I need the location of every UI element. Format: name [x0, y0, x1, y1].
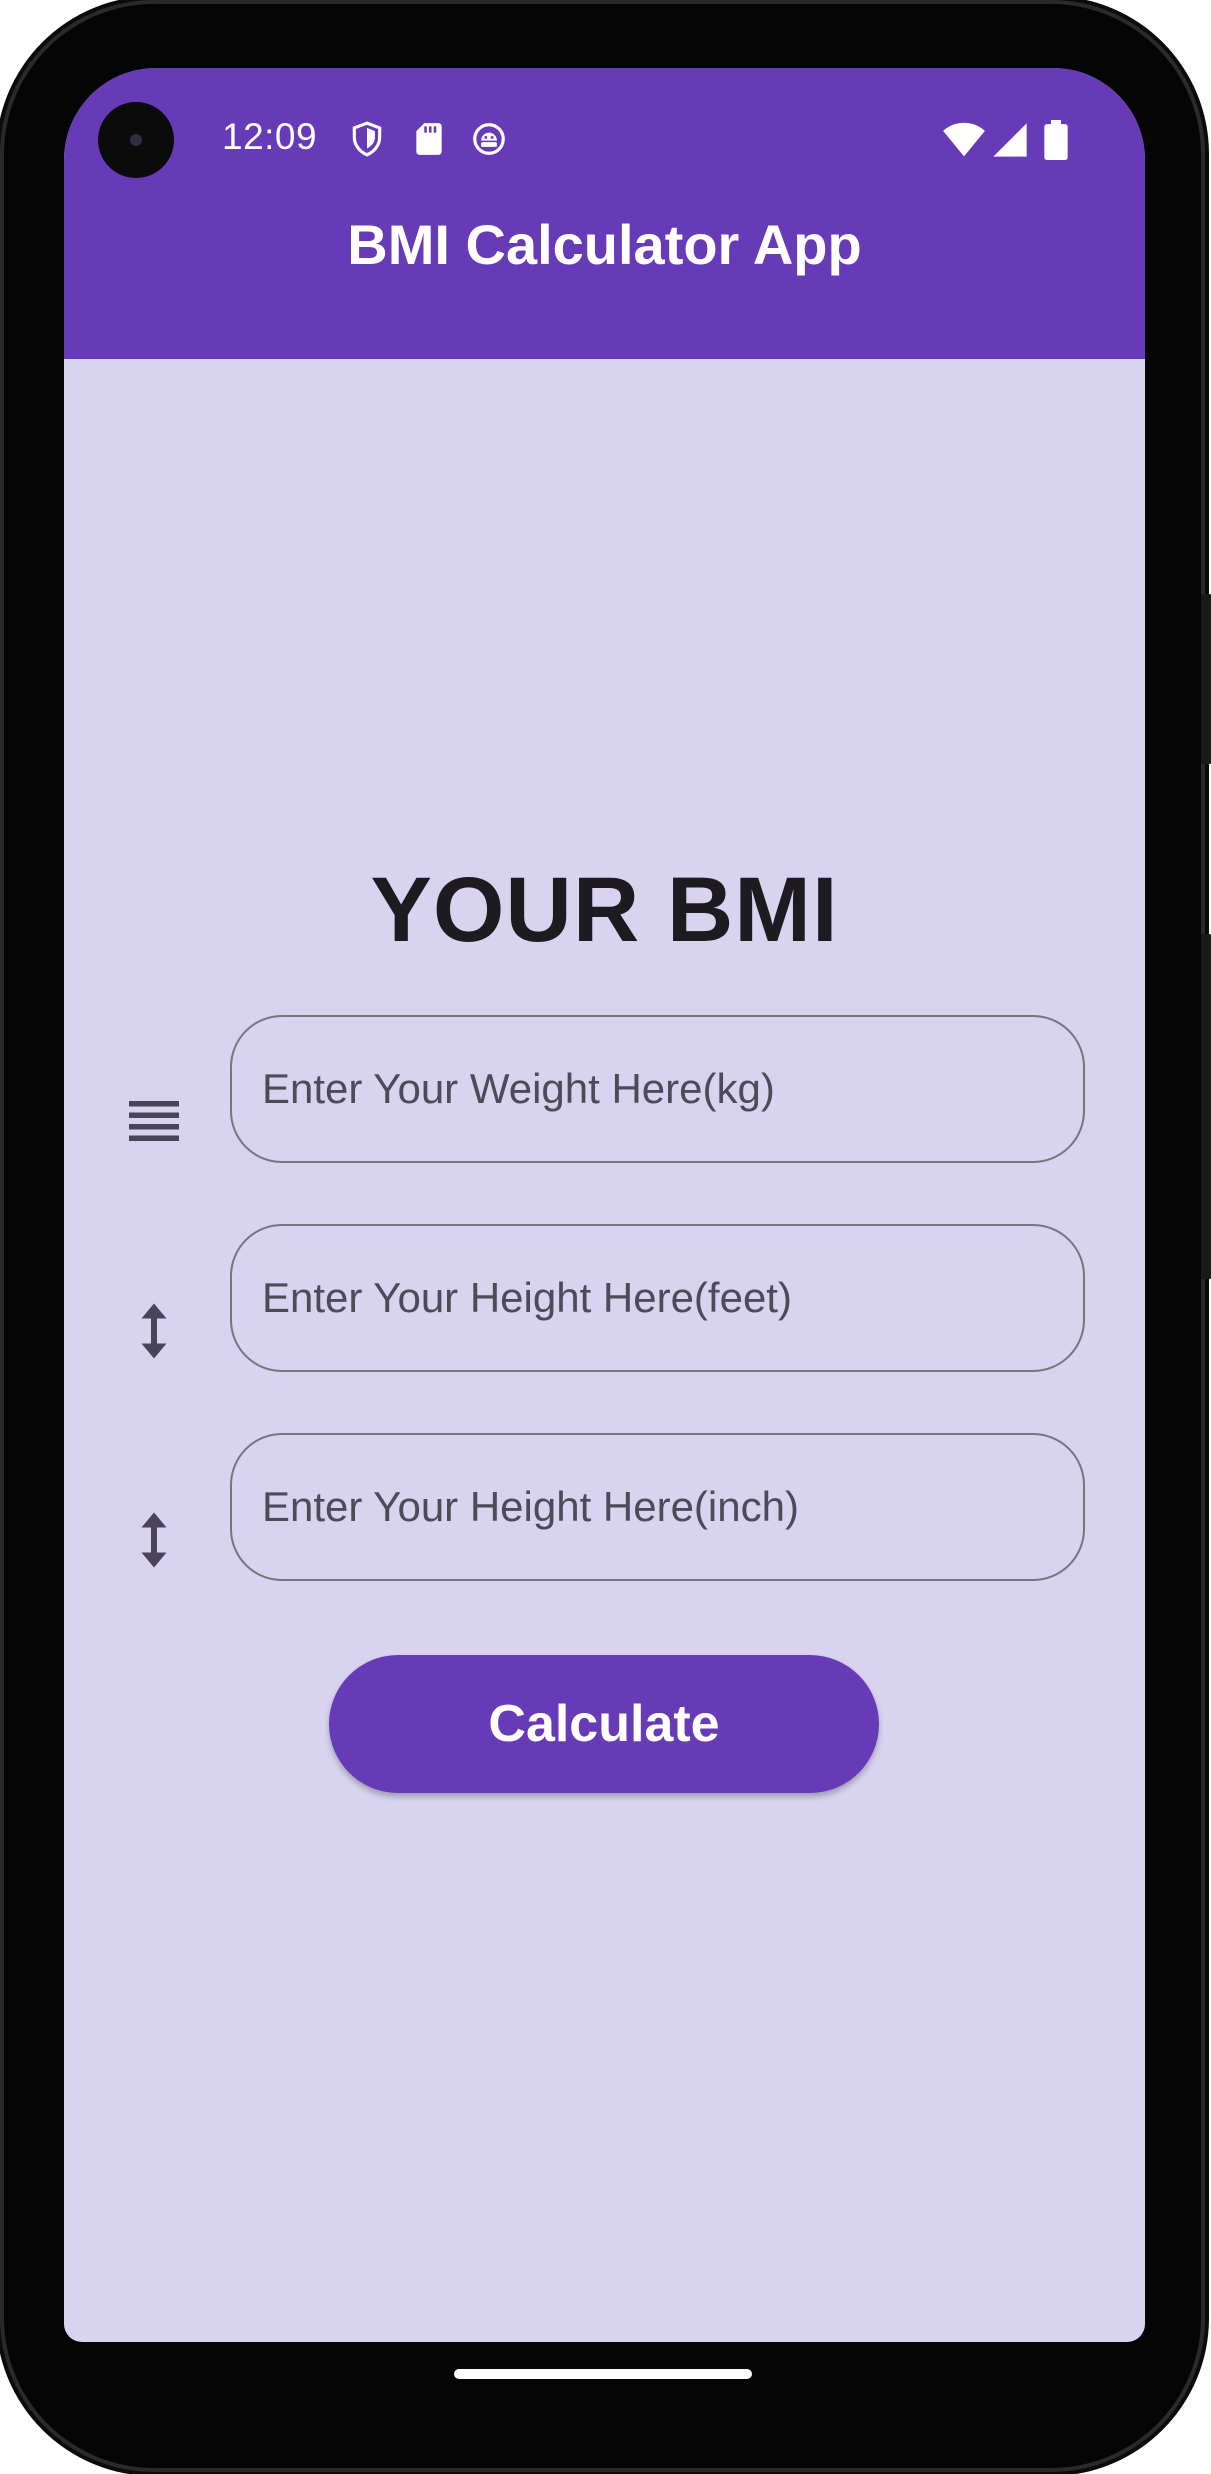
app-screen: 12:09 BMI Calculator App YOUR BMI Enter … — [64, 68, 1145, 2342]
volume-button — [1201, 934, 1211, 1279]
weight-lines-icon — [129, 1101, 179, 1141]
status-time: 12:09 — [222, 116, 318, 157]
app-bar: 12:09 BMI Calculator App — [64, 68, 1145, 359]
app-title: BMI Calculator App — [347, 213, 862, 276]
calculate-button[interactable]: Calculate — [329, 1655, 879, 1793]
height-feet-input[interactable] — [230, 1224, 1085, 1372]
home-indicator[interactable] — [454, 2369, 752, 2379]
height-arrow-icon — [141, 1303, 167, 1359]
shield-icon — [352, 121, 382, 157]
power-button — [1201, 594, 1211, 764]
height-arrow-icon — [141, 1512, 167, 1568]
sd-card-icon — [416, 123, 442, 155]
front-camera — [98, 102, 174, 178]
wifi-icon — [943, 122, 985, 157]
battery-icon — [1044, 120, 1068, 160]
bmi-result-heading: YOUR BMI — [370, 859, 839, 961]
signal-icon — [993, 123, 1027, 157]
weight-input[interactable] — [230, 1015, 1085, 1163]
phone-frame: 12:09 BMI Calculator App YOUR BMI Enter … — [4, 4, 1211, 2468]
android-debug-icon — [473, 123, 505, 155]
height-inch-input[interactable] — [230, 1433, 1085, 1581]
